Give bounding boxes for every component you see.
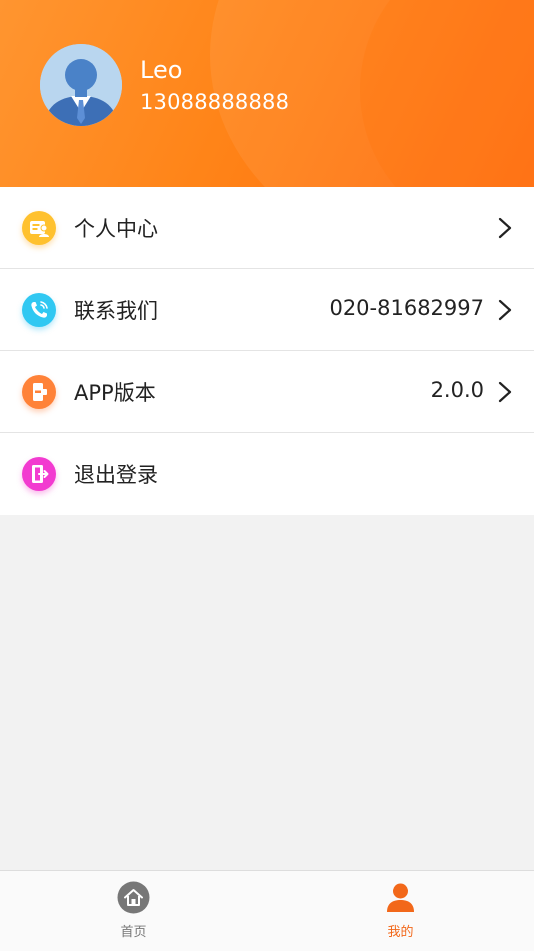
user-avatar[interactable] — [40, 44, 122, 126]
chevron-right-icon — [498, 217, 512, 239]
app-version-value: 2.0.0 — [430, 378, 484, 402]
avatar-person-icon — [40, 44, 122, 126]
phone-icon — [22, 293, 56, 327]
menu-label: 退出登录 — [74, 463, 158, 487]
menu-label: APP版本 — [74, 381, 156, 405]
chevron-right-icon — [498, 299, 512, 321]
menu-label: 个人中心 — [74, 217, 158, 241]
home-icon — [117, 881, 150, 914]
profile-header: Leo 13088888888 — [0, 0, 534, 187]
tab-label: 首页 — [120, 925, 147, 940]
menu-item-contact-us[interactable]: 联系我们 020-81682997 — [0, 269, 534, 351]
menu-item-personal-center[interactable]: 个人中心 — [0, 187, 534, 269]
app-version-icon — [22, 375, 56, 409]
settings-menu: 个人中心 联系我们 020-81682997 APP版本 2.0.0 退出登录 — [0, 187, 534, 515]
contact-phone-value: 020-81682997 — [329, 296, 484, 320]
menu-label: 联系我们 — [74, 299, 158, 323]
user-phone: 13088888888 — [140, 90, 290, 114]
menu-item-app-version[interactable]: APP版本 2.0.0 — [0, 351, 534, 433]
user-icon — [387, 883, 414, 912]
menu-item-logout[interactable]: 退出登录 — [0, 433, 534, 515]
tab-mine[interactable]: 我的 — [267, 871, 534, 951]
tab-home[interactable]: 首页 — [0, 871, 267, 951]
profile-card-icon — [22, 211, 56, 245]
chevron-right-icon — [498, 381, 512, 403]
user-name: Leo — [140, 56, 183, 84]
logout-icon — [22, 457, 56, 491]
bottom-tab-bar: 首页 我的 — [0, 870, 534, 951]
tab-label: 我的 — [387, 925, 414, 940]
